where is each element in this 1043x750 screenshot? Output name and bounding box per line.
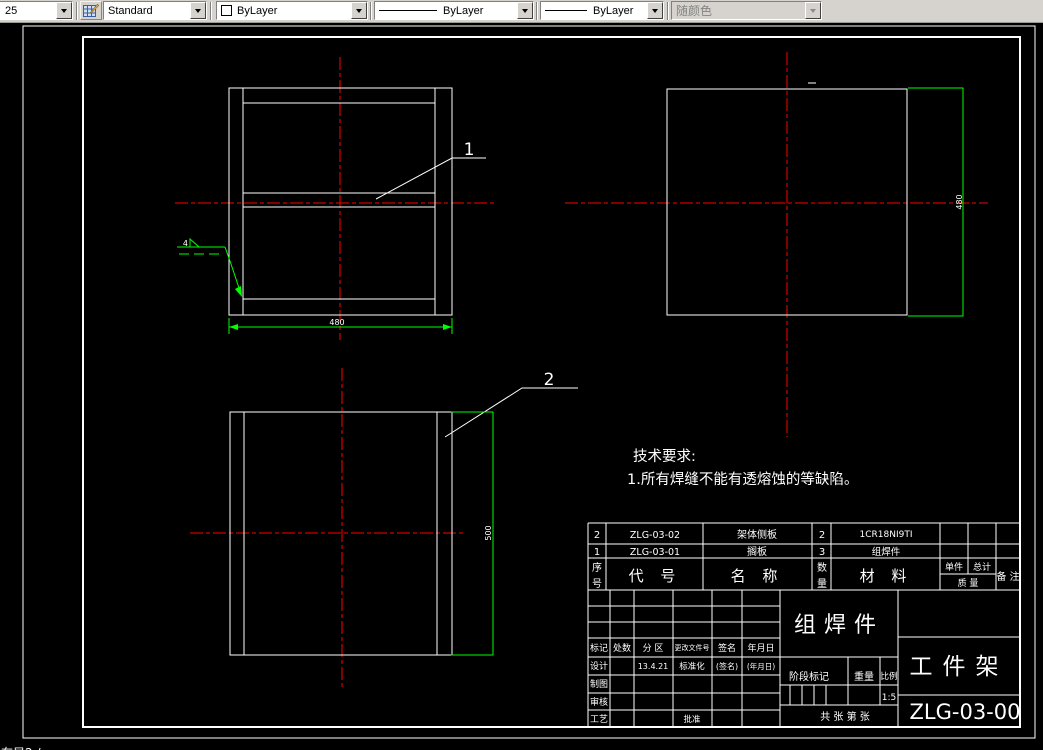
tb-process: 工艺 bbox=[590, 714, 608, 725]
tb-mark: 标记 bbox=[590, 642, 608, 654]
tb-zone: 分 区 bbox=[643, 643, 664, 654]
part-seq: 2 bbox=[594, 530, 600, 541]
header-qty: 量 bbox=[817, 578, 827, 590]
part-seq: 1 bbox=[594, 547, 600, 558]
dim-plan-height: 500 bbox=[484, 525, 493, 540]
part-code: ZLG-03-02 bbox=[630, 530, 680, 541]
tb-change-no: 更改文件号 bbox=[675, 643, 710, 652]
header-material: 材 料 bbox=[860, 567, 913, 585]
tb-stage-mark: 阶段标记 bbox=[789, 670, 829, 683]
part-qty: 3 bbox=[819, 547, 825, 558]
header-code: 代 号 bbox=[629, 567, 682, 585]
part-material: 1CR18NI9TI bbox=[860, 530, 913, 540]
cad-application-window: 25 Standard ByLayer ByLayer ByLayer 随颜色 … bbox=[0, 0, 1043, 750]
header-mass: 质 量 bbox=[958, 577, 979, 589]
fillet-weld-icon bbox=[189, 237, 201, 248]
header-total: 总计 bbox=[973, 561, 991, 573]
part-qty: 2 bbox=[819, 530, 825, 541]
balloon-1-label: 1 bbox=[464, 140, 475, 160]
tb-signature: 签名 bbox=[718, 642, 736, 654]
header-seq: 号 bbox=[592, 578, 602, 590]
weld-size-text: 4 bbox=[183, 239, 188, 248]
parts-list: 2 ZLG-03-02 架体侧板 2 1CR18NI9TI 1 ZLG-03-0… bbox=[592, 528, 1020, 590]
dim-side-height: 480 bbox=[955, 194, 964, 209]
balloon-labels: 1 2 bbox=[375, 140, 578, 438]
dimensions bbox=[177, 87, 964, 656]
header-qty: 数 bbox=[817, 561, 827, 574]
leader-arrow-icon bbox=[235, 286, 242, 297]
tb-scale-value: 1:5 bbox=[882, 693, 896, 703]
tb-drawing-number: ZLG-03-00 bbox=[910, 700, 1021, 724]
dimension-texts: 480 480 500 4 bbox=[183, 194, 964, 540]
part-material: 组焊件 bbox=[872, 546, 901, 558]
drawing-canvas[interactable]: 1 2 480 480 500 4 技术要求: 1.所有焊缝不能有透熔蚀的等缺陷… bbox=[0, 0, 1043, 750]
balloon-2-label: 2 bbox=[544, 370, 555, 390]
layout-tab-label[interactable]: 布局2 / bbox=[1, 744, 41, 750]
technical-requirements: 技术要求: 1.所有焊缝不能有透熔蚀的等缺陷。 bbox=[627, 448, 858, 488]
tech-requirements-title: 技术要求: bbox=[633, 448, 696, 465]
tb-date: 年月日 bbox=[747, 642, 774, 654]
tb-approve: 批准 bbox=[683, 714, 701, 725]
tb-weight: 重量 bbox=[854, 670, 874, 683]
header-unit: 单件 bbox=[945, 561, 963, 573]
part-name: 搁板 bbox=[747, 545, 767, 558]
tb-standardization: 标准化 bbox=[679, 661, 705, 672]
part-name: 架体侧板 bbox=[737, 528, 777, 541]
tech-requirements-item: 1.所有焊缝不能有透熔蚀的等缺陷。 bbox=[627, 470, 858, 488]
tb-draft: 制图 bbox=[590, 678, 608, 690]
tb-assembly-title: 组焊件 bbox=[794, 613, 884, 638]
tb-scale-label: 比例 bbox=[880, 671, 897, 682]
header-name: 名 称 bbox=[731, 567, 784, 585]
centerlines bbox=[175, 52, 988, 690]
header-remark: 备 注 bbox=[996, 570, 1019, 583]
tb-sheet-info: 共 张 第 张 bbox=[820, 710, 870, 723]
tb-design: 设计 bbox=[590, 660, 608, 672]
tb-product-name: 工件架 bbox=[910, 654, 1009, 680]
tb-check: 审核 bbox=[590, 696, 608, 708]
title-block: 标记 处数 分 区 更改文件号 签名 年月日 设计 13.4.21 标准化 (签… bbox=[590, 613, 1020, 725]
tb-design-date: 13.4.21 bbox=[638, 662, 669, 671]
dim-front-width: 480 bbox=[329, 318, 344, 327]
part-code: ZLG-03-01 bbox=[630, 547, 680, 558]
tb-date-placeholder: (年月日) bbox=[747, 661, 775, 671]
tb-count: 处数 bbox=[613, 642, 631, 654]
header-seq: 序 bbox=[592, 561, 602, 574]
part-outlines bbox=[228, 82, 908, 656]
tb-sign-placeholder: (签名) bbox=[716, 661, 738, 671]
